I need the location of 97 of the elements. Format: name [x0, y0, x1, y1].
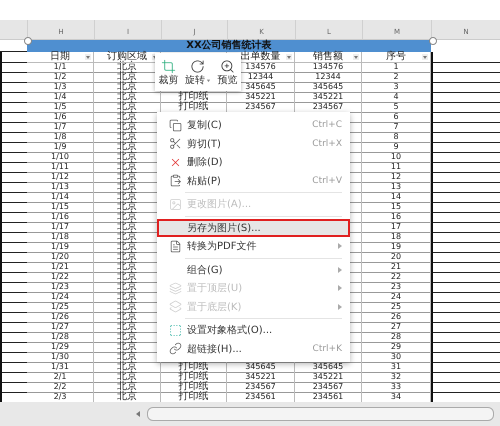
table-cell: 10 — [362, 152, 431, 163]
rotate-icon — [190, 58, 206, 74]
table-cell: 345221 — [295, 92, 362, 103]
table-cell: 2/1 — [27, 372, 94, 383]
table-cell: 1/3 — [27, 82, 94, 93]
table-cell: 20 — [362, 252, 431, 263]
table-cell: 1/2 — [27, 72, 94, 83]
table-cell: 32 — [362, 372, 431, 383]
toolbar-button[interactable]: 裁剪 — [158, 58, 178, 86]
table-cell: 6 — [362, 112, 431, 123]
table-cell: 345221 — [227, 372, 295, 383]
table-cell: 26 — [362, 312, 431, 323]
column-header: 销售额 — [295, 52, 362, 63]
table-cell: 33 — [362, 382, 431, 393]
table-cell: 1/29 — [27, 342, 94, 353]
table-cell: 28 — [362, 332, 431, 343]
image-icon — [167, 196, 183, 212]
table-cell: 1/16 — [27, 212, 94, 223]
table-cell: 7 — [362, 122, 431, 133]
table-cell: 27 — [362, 322, 431, 333]
table-cell: 1/7 — [27, 122, 94, 133]
table-cell: 19 — [362, 242, 431, 253]
filter-icon[interactable] — [286, 54, 292, 60]
link-icon — [167, 340, 183, 357]
crop-icon — [160, 58, 176, 74]
table-cell: 1/27 — [27, 322, 94, 333]
filter-icon[interactable] — [353, 54, 359, 60]
column-header: 日期 — [27, 52, 94, 63]
table-cell: 1 — [362, 62, 431, 73]
table-cell: 12 — [362, 172, 431, 183]
table-cell: 17 — [362, 222, 431, 233]
table-cell: 15 — [362, 202, 431, 213]
table-cell: 1/20 — [27, 252, 94, 263]
table-cell: 1/31 — [27, 362, 94, 373]
layers-icon — [167, 298, 183, 315]
table-cell: 1/10 — [27, 152, 94, 163]
copy-icon — [167, 117, 183, 134]
toolbar-button[interactable]: 旋转 — [184, 58, 211, 86]
table-cell: 14 — [362, 192, 431, 203]
table-cell: 2 — [362, 72, 431, 83]
table-cell: 31 — [362, 362, 431, 373]
table-title: XX公司销售统计表 — [27, 40, 431, 52]
table-cell: 1/13 — [27, 182, 94, 193]
table-cell: 1/4 — [27, 92, 94, 103]
table-cell: 9 — [362, 142, 431, 153]
table-cell: 16 — [362, 212, 431, 223]
table-cell: 1/9 — [27, 142, 94, 153]
filter-icon[interactable] — [422, 54, 428, 60]
table-cell: 1/15 — [27, 202, 94, 213]
table-cell: 29 — [362, 342, 431, 353]
table-cell: 1/24 — [27, 292, 94, 303]
table-cell: 11 — [362, 162, 431, 173]
table-cell: 18 — [362, 232, 431, 243]
table-cell: 345221 — [227, 92, 295, 103]
table-cell: 1/12 — [27, 172, 94, 183]
zoom-in-icon — [220, 58, 236, 74]
horizontal-scrollbar[interactable] — [147, 407, 494, 421]
table-cell: 1/14 — [27, 192, 94, 203]
table-cell: 1/28 — [27, 332, 94, 343]
selection-handle[interactable] — [24, 37, 32, 45]
table-cell: 1/18 — [27, 232, 94, 243]
left-arrow-icon[interactable] — [136, 411, 141, 417]
table-cell: 1/8 — [27, 132, 94, 143]
table-cell: 13 — [362, 182, 431, 193]
table-cell: 25 — [362, 302, 431, 313]
table-cell: 1/21 — [27, 262, 94, 273]
table-cell: 5 — [362, 102, 431, 113]
table-cell: 1/11 — [27, 162, 94, 173]
table-cell: 1/5 — [27, 102, 94, 113]
table-cell: 1/17 — [27, 222, 94, 233]
table-cell: 3 — [362, 82, 431, 93]
table-cell: 1/1 — [27, 62, 94, 73]
layers-icon — [167, 280, 183, 296]
table-cell: 21 — [362, 262, 431, 273]
menu-item[interactable]: 另存为图片(S)... — [157, 218, 350, 238]
table-cell: 134576 — [295, 62, 362, 73]
table-cell: 30 — [362, 352, 431, 363]
table-cell: 234567 — [227, 382, 295, 393]
table-cell: 2/2 — [27, 382, 94, 393]
filter-icon[interactable] — [85, 54, 91, 60]
table-cell: 1/26 — [27, 312, 94, 323]
column-header: 序号 — [362, 52, 431, 63]
table-cell: 12344 — [295, 72, 362, 83]
table-cell: 345221 — [295, 372, 362, 383]
table-cell: 1/25 — [27, 302, 94, 313]
table-cell: 4 — [362, 92, 431, 103]
table-cell: 23 — [362, 282, 431, 293]
table-cell: 234567 — [295, 382, 362, 393]
table-cell: 1/19 — [27, 242, 94, 253]
table-cell: 1/6 — [27, 112, 94, 123]
table-cell: 345645 — [295, 82, 362, 93]
table-cell: 1/30 — [27, 352, 94, 363]
table-cell: 8 — [362, 132, 431, 143]
table-cell: 24 — [362, 292, 431, 303]
table-cell: 1/22 — [27, 272, 94, 283]
table-cell: 1/23 — [27, 282, 94, 293]
table-cell: 22 — [362, 272, 431, 283]
